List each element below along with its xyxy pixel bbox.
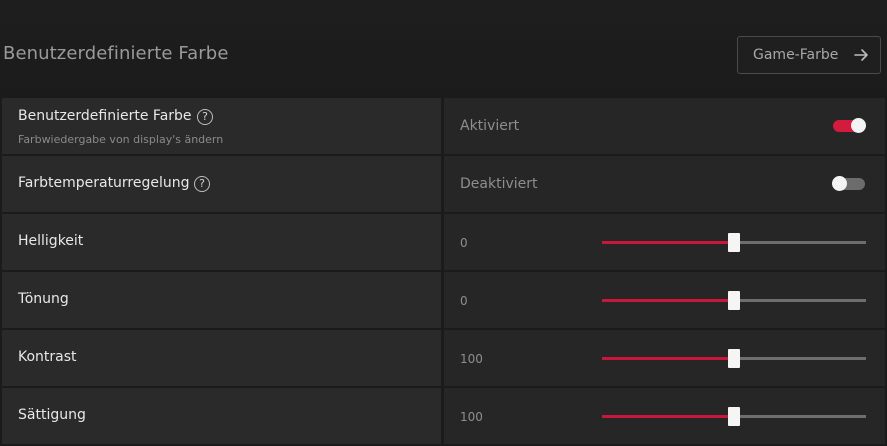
setting-label-cell: Farbtemperaturregelung ? <box>2 156 441 212</box>
brightness-slider[interactable] <box>602 233 866 252</box>
setting-state: Aktiviert <box>460 118 520 134</box>
setting-label: Sättigung <box>18 407 86 423</box>
slider-fill <box>602 299 734 302</box>
page-title: Benutzerdefinierte Farbe <box>3 43 229 64</box>
page-header: Benutzerdefinierte Farbe Game-Farbe <box>0 0 887 96</box>
question-circle-icon[interactable]: ? <box>197 109 213 125</box>
setting-value: 0 <box>460 294 468 308</box>
slider-fill <box>602 241 734 244</box>
setting-label-cell: Helligkeit <box>2 214 441 270</box>
game-color-button[interactable]: Game-Farbe <box>737 36 881 74</box>
slider-thumb[interactable] <box>728 291 740 310</box>
setting-label-cell: Sättigung <box>2 388 441 444</box>
setting-label-cell: Kontrast <box>2 330 441 386</box>
setting-row-brightness: Helligkeit 0 <box>0 214 887 270</box>
setting-label-cell: Benutzerdefinierte Farbe ? Farbwiedergab… <box>2 98 441 154</box>
slider-fill <box>602 357 734 360</box>
slider-fill <box>602 415 734 418</box>
hue-slider[interactable] <box>602 291 866 310</box>
setting-control-cell: Deaktiviert <box>444 156 885 212</box>
slider-thumb[interactable] <box>728 349 740 368</box>
setting-label-cell: Tönung <box>2 272 441 328</box>
slider-thumb[interactable] <box>728 233 740 252</box>
setting-control-cell: 0 <box>444 272 885 328</box>
setting-control-cell: 100 <box>444 330 885 386</box>
toggle-knob <box>832 176 847 191</box>
setting-control-cell: 100 <box>444 388 885 444</box>
setting-label: Farbtemperaturregelung <box>18 175 190 191</box>
toggle-knob <box>851 118 866 133</box>
color-temperature-toggle[interactable] <box>832 176 865 191</box>
setting-row-contrast: Kontrast 100 <box>0 330 887 386</box>
saturation-slider[interactable] <box>602 407 866 426</box>
arrow-right-icon <box>854 49 868 61</box>
setting-control-cell: 0 <box>444 214 885 270</box>
setting-value: 100 <box>460 352 483 366</box>
setting-row-saturation: Sättigung 100 <box>0 388 887 444</box>
setting-row-custom-color: Benutzerdefinierte Farbe ? Farbwiedergab… <box>0 98 887 154</box>
setting-row-color-temperature: Farbtemperaturregelung ? Deaktiviert <box>0 156 887 212</box>
setting-label: Helligkeit <box>18 233 84 249</box>
setting-label: Benutzerdefinierte Farbe <box>18 108 192 124</box>
setting-value: 0 <box>460 236 468 250</box>
contrast-slider[interactable] <box>602 349 866 368</box>
custom-color-toggle[interactable] <box>833 118 866 133</box>
game-color-button-label: Game-Farbe <box>753 47 839 63</box>
setting-sublabel: Farbwiedergabe von display's ändern <box>18 133 224 146</box>
slider-thumb[interactable] <box>728 407 740 426</box>
question-circle-icon[interactable]: ? <box>194 176 210 192</box>
setting-row-hue: Tönung 0 <box>0 272 887 328</box>
setting-control-cell: Aktiviert <box>444 98 885 154</box>
setting-label: Kontrast <box>18 349 77 365</box>
setting-state: Deaktiviert <box>460 176 538 192</box>
setting-value: 100 <box>460 410 483 424</box>
setting-label: Tönung <box>18 291 69 307</box>
